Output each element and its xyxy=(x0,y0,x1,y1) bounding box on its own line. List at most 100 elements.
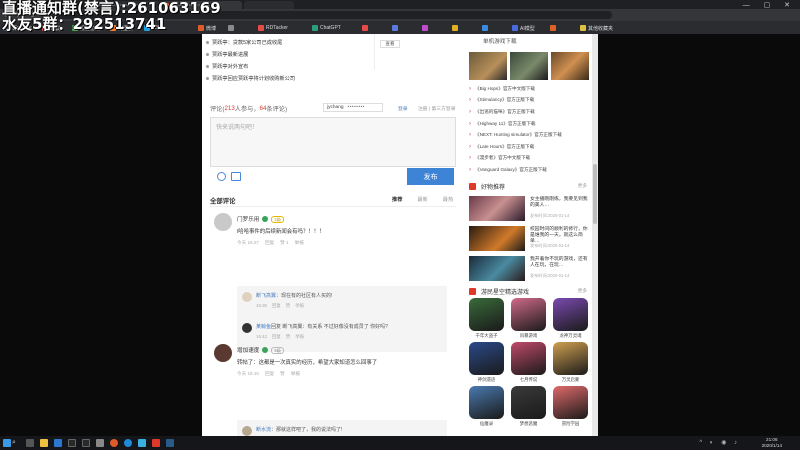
comment-author-name[interactable]: 增加速度 xyxy=(237,346,259,354)
reply-action[interactable]: 回复 xyxy=(272,334,281,340)
game-icon[interactable] xyxy=(553,342,588,375)
bookmark-item[interactable] xyxy=(392,24,400,32)
view-more-button[interactable]: 查看 xyxy=(380,40,400,48)
reply-action[interactable]: 赞 xyxy=(286,303,290,309)
reply-action[interactable]: 举报 xyxy=(295,303,304,309)
game-tile[interactable]: 神剑遗迹 xyxy=(469,342,504,383)
game-icon[interactable] xyxy=(553,298,588,331)
game-thumbnail[interactable] xyxy=(469,52,507,80)
download-link[interactable]: 《NEXT: Hunting simulator》官方正版下载 xyxy=(469,129,587,141)
reply-action[interactable]: 赞 xyxy=(286,334,290,340)
sort-tab-hottest[interactable]: 最热 xyxy=(443,196,453,203)
download-link[interactable]: 《Big Hops》官方中文版下载 xyxy=(469,83,587,95)
news-link[interactable]: 贾跃亭回应贾跃亭将计划收购新公司 xyxy=(206,72,295,84)
comment-action[interactable]: 回复 xyxy=(265,371,274,377)
reply-action[interactable]: 回复 xyxy=(272,303,281,309)
game-icon[interactable] xyxy=(469,298,504,331)
bookmark-item[interactable] xyxy=(228,24,236,32)
recommend-item[interactable]: 我开着你不玩的游戏，还有人在玩，在玩… 发布时间:2020-01-14 xyxy=(469,256,588,283)
news-link[interactable]: 贾跃亭对外宣布 xyxy=(206,60,295,72)
image-upload-icon[interactable] xyxy=(231,172,241,181)
sort-tab-latest[interactable]: 最新 xyxy=(417,196,427,203)
more-link[interactable]: 更多 xyxy=(578,288,587,294)
comment-action[interactable]: 赞 1 xyxy=(280,240,288,246)
sort-tab-recommended[interactable]: 推荐 xyxy=(392,196,402,203)
recommend-item[interactable]: 女主播刚刚练，我要见到我的美人… 发布时间:2020-01-14 xyxy=(469,196,588,223)
download-link[interactable]: 《Stimulancy》官方正版下载 xyxy=(469,95,587,107)
username-field[interactable]: jychang xyxy=(327,105,344,110)
avatar[interactable] xyxy=(214,344,232,362)
password-field[interactable]: •••••••• xyxy=(348,105,365,110)
comment-action[interactable]: 回复 xyxy=(265,240,274,246)
edge-icon[interactable] xyxy=(54,439,62,447)
start-icon[interactable] xyxy=(3,439,11,447)
game-icon[interactable] xyxy=(469,342,504,375)
emoji-icon[interactable] xyxy=(217,172,226,181)
recommend-title[interactable]: 我开着你不玩的游戏，还有人在玩，在玩… xyxy=(530,257,588,269)
bookmark-item[interactable] xyxy=(362,24,370,32)
reply-author[interactable]: 某鲸鱼 xyxy=(256,324,271,330)
bookmark-item[interactable]: ChatGPT xyxy=(312,24,341,32)
game-tile[interactable]: 冒险学园 xyxy=(553,386,588,427)
search-icon[interactable]: ⌕ xyxy=(12,439,16,447)
app-icon[interactable] xyxy=(138,439,146,447)
news-link[interactable]: 贾跃亭最新进展 xyxy=(206,48,295,60)
game-tile[interactable]: 七月传说 xyxy=(511,342,546,383)
bookmark-item[interactable]: AI模型 xyxy=(512,24,535,32)
app-icon[interactable] xyxy=(68,439,76,447)
recommend-thumbnail[interactable] xyxy=(469,196,525,221)
game-icon[interactable] xyxy=(511,386,546,419)
steam-icon[interactable] xyxy=(166,439,174,447)
app-icon[interactable] xyxy=(152,439,160,447)
scrollbar-thumb[interactable] xyxy=(593,164,597,224)
reply-avatar[interactable] xyxy=(242,426,252,436)
game-thumbnail[interactable] xyxy=(551,52,589,80)
game-tile[interactable]: 风暴游戏 xyxy=(511,298,546,339)
app-icon[interactable] xyxy=(96,439,104,447)
reply-author[interactable]: 断飞高翼 xyxy=(256,293,276,299)
download-link[interactable]: 《Late Hours》官方正版下载 xyxy=(469,141,587,153)
file-explorer-icon[interactable] xyxy=(40,439,48,447)
post-comment-button[interactable]: 发布 xyxy=(407,168,454,185)
game-icon[interactable] xyxy=(511,298,546,331)
recommend-item[interactable]: 校园时间的顺利的修行，你是谁我的一天，就这么简单… 发布时间:2020-01-14 xyxy=(469,226,588,253)
bookmark-item[interactable] xyxy=(422,24,430,32)
bookmark-item[interactable] xyxy=(482,24,490,32)
system-tray-icons[interactable]: ^ ◐ ◉ ♪ xyxy=(699,439,740,446)
more-link[interactable]: 更多 xyxy=(578,183,587,189)
bookmark-item[interactable]: 微博 xyxy=(198,24,216,32)
bookmark-item[interactable]: 其他收藏夹 xyxy=(580,24,613,32)
game-tile[interactable]: 梦想恶魔 xyxy=(511,386,546,427)
app-icon[interactable] xyxy=(110,439,118,447)
page-scrollbar[interactable] xyxy=(592,34,598,436)
taskbar-clock[interactable]: 21:06 2020/1/14 xyxy=(762,437,782,449)
game-tile[interactable]: 万灵启蒙 xyxy=(553,342,588,383)
download-link[interactable]: 《漫步者》官方中文版下载 xyxy=(469,153,587,165)
reply-avatar[interactable] xyxy=(242,323,252,333)
comment-action[interactable]: 举报 xyxy=(291,371,300,377)
login-button[interactable]: 登录 xyxy=(398,105,408,112)
recommend-title[interactable]: 女主播刚刚练，我要见到我的美人… xyxy=(530,197,588,209)
game-tile[interactable]: 龙神万灵魂 xyxy=(553,298,588,339)
game-tile[interactable]: 千年大盗子 xyxy=(469,298,504,339)
task-view-icon[interactable] xyxy=(26,439,34,447)
register-links[interactable]: 注册 | 第三方登录 xyxy=(418,105,456,112)
comment-textarea[interactable]: 快来说两句吧！ xyxy=(210,117,456,167)
game-icon[interactable] xyxy=(511,342,546,375)
bookmark-item[interactable]: RDTacker xyxy=(258,24,288,32)
download-link[interactable]: 《Highway 11》官方正版下载 xyxy=(469,118,587,130)
game-thumbnail[interactable] xyxy=(510,52,548,80)
reply-action[interactable]: 举报 xyxy=(295,334,304,340)
comment-author-name[interactable]: 门罗乐用 xyxy=(237,215,259,223)
comment-action[interactable]: 赞 xyxy=(280,371,285,377)
game-icon[interactable] xyxy=(469,386,504,419)
recommend-thumbnail[interactable] xyxy=(469,226,525,251)
game-icon[interactable] xyxy=(553,386,588,419)
download-link[interactable]: 《Vanguard Galaxy》官方正版下载 xyxy=(469,164,587,176)
app-icon[interactable] xyxy=(82,439,90,447)
bookmark-item[interactable] xyxy=(550,24,558,32)
chrome-icon[interactable] xyxy=(124,439,132,447)
new-tab-button[interactable] xyxy=(244,1,294,9)
avatar[interactable] xyxy=(214,213,232,231)
reply-author[interactable]: 断水流 xyxy=(256,427,271,433)
